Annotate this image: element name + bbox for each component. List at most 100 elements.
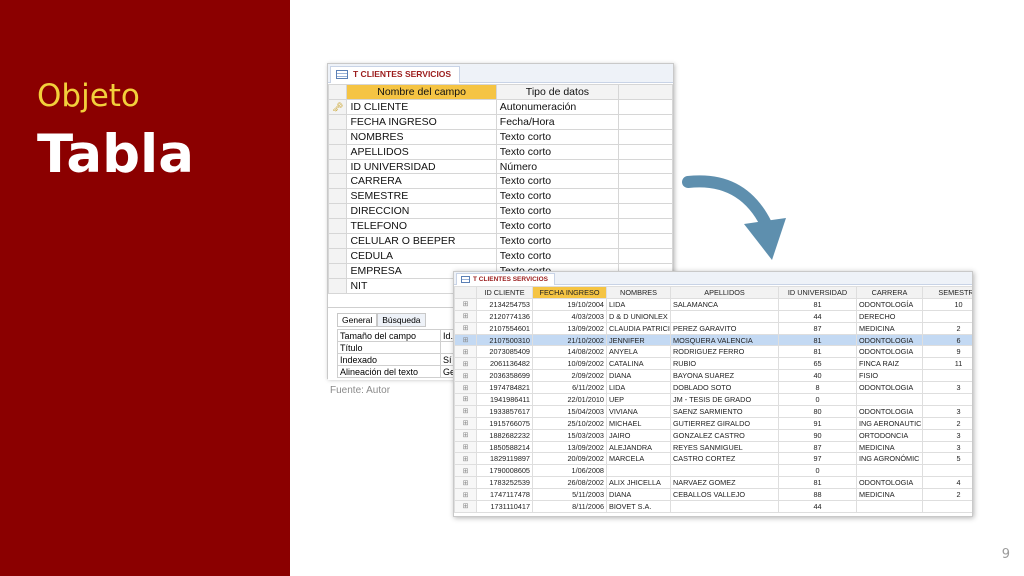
table-cell[interactable]: MEDICINA xyxy=(856,488,923,502)
table-cell[interactable]: 10 xyxy=(922,297,972,311)
table-row[interactable]: ⊞ 2036358699 2/09/2002 DIANA BAYONA SUAREZ 40… xyxy=(454,369,972,383)
expand-row-icon[interactable]: ⊞ xyxy=(454,488,477,502)
table-cell[interactable]: 19/10/2004 xyxy=(532,297,607,311)
row-selector[interactable] xyxy=(327,188,348,205)
table-cell[interactable]: 81 xyxy=(778,297,857,311)
table-cell[interactable]: 1882682232 xyxy=(476,428,533,442)
table-cell[interactable]: MEDICINA xyxy=(856,321,923,335)
column-header[interactable]: ID CLIENTE xyxy=(476,286,533,299)
row-selector[interactable] xyxy=(327,247,348,264)
datasheet-tab[interactable]: T CLIENTES SERVICIOS xyxy=(456,273,556,285)
table-cell[interactable]: 22/01/2010 xyxy=(532,393,607,406)
row-selector[interactable] xyxy=(327,113,348,130)
row-selector[interactable] xyxy=(327,128,348,145)
data-type-cell[interactable]: Fecha/Hora xyxy=(495,113,620,130)
description-cell[interactable] xyxy=(618,188,673,205)
description-cell[interactable] xyxy=(618,173,673,190)
table-row[interactable]: ⊞ 1829119897 20/09/2002 MARCELA CASTRO CORTE… xyxy=(454,452,972,466)
field-row[interactable]: DIRECCION Texto corto xyxy=(327,203,673,220)
data-type-cell[interactable]: Autonumeración xyxy=(495,99,620,115)
column-header[interactable]: SEMESTRE xyxy=(922,286,972,299)
table-cell[interactable]: GUTIERREZ GIRALDO xyxy=(670,416,779,430)
table-cell[interactable]: REYES SANMIGUEL xyxy=(670,440,779,454)
table-cell[interactable]: UEP xyxy=(606,393,671,406)
table-cell[interactable]: 3 xyxy=(922,440,972,454)
row-selector[interactable] xyxy=(327,203,348,220)
table-cell[interactable]: 2134254753 xyxy=(476,297,533,311)
table-cell[interactable]: 80 xyxy=(778,404,857,418)
table-cell[interactable]: LIDA xyxy=(606,297,671,311)
table-cell[interactable]: 14/08/2002 xyxy=(532,345,607,359)
table-row[interactable]: ⊞ 2061136482 10/09/2002 CATALINA RUBIO 65 FINC… xyxy=(454,357,972,371)
table-cell[interactable]: 2107554601 xyxy=(476,321,533,335)
table-cell[interactable]: 1850588214 xyxy=(476,440,533,454)
table-cell[interactable] xyxy=(606,464,671,478)
table-cell[interactable]: CEBALLOS VALLEJO xyxy=(670,488,779,502)
table-cell[interactable]: 25/10/2002 xyxy=(532,416,607,430)
table-cell[interactable]: ODONTOLOGIA xyxy=(856,404,923,418)
table-cell[interactable]: 15/04/2003 xyxy=(532,404,607,418)
expand-row-icon[interactable]: ⊞ xyxy=(454,321,477,335)
field-name-cell[interactable]: ID UNIVERSIDAD xyxy=(346,158,497,175)
table-cell[interactable]: VIVIANA xyxy=(606,404,671,418)
row-selector[interactable] xyxy=(327,277,348,294)
table-cell[interactable]: DIANA xyxy=(606,369,671,383)
table-row[interactable]: ⊞ 1790008605 1/06/2008 0 xyxy=(454,464,972,478)
field-row[interactable]: CELULAR O BEEPER Texto corto xyxy=(327,233,673,249)
table-cell[interactable]: 15/03/2003 xyxy=(532,428,607,442)
table-cell[interactable]: LIDA xyxy=(606,381,671,395)
row-selector[interactable] xyxy=(327,158,348,175)
expand-row-icon[interactable]: ⊞ xyxy=(454,309,477,323)
table-cell[interactable]: 3 xyxy=(922,404,972,418)
table-cell[interactable]: BAYONA SUAREZ xyxy=(670,369,779,383)
table-cell[interactable]: 2036358699 xyxy=(476,369,533,383)
row-selector[interactable] xyxy=(327,233,348,249)
table-cell[interactable]: BIOVET S.A. xyxy=(606,500,671,513)
table-cell[interactable]: 8/11/2006 xyxy=(532,500,607,513)
table-cell[interactable]: 1790008605 xyxy=(476,464,533,478)
table-row[interactable]: ⊞ 2134254753 19/10/2004 LIDA SALAMANCA 81 ODON… xyxy=(454,297,972,311)
table-cell[interactable] xyxy=(922,464,972,478)
table-cell[interactable]: 81 xyxy=(778,476,857,490)
table-cell[interactable]: CASTRO CORTEZ xyxy=(670,452,779,466)
table-cell[interactable]: 2120774136 xyxy=(476,309,533,323)
table-row[interactable]: ⊞ 2073085409 14/08/2002 ANYELA RODRIGUEZ FER… xyxy=(454,345,972,359)
data-type-cell[interactable]: Texto corto xyxy=(495,188,620,205)
field-row[interactable]: ID UNIVERSIDAD Número xyxy=(327,158,673,175)
expand-row-icon[interactable]: ⊞ xyxy=(454,404,477,418)
data-type-cell[interactable]: Número xyxy=(495,158,620,175)
field-row[interactable]: 🗝 ID CLIENTE Autonumeración xyxy=(327,99,673,115)
expand-row-icon[interactable]: ⊞ xyxy=(454,452,477,466)
table-cell[interactable]: 2061136482 xyxy=(476,357,533,371)
row-selector[interactable] xyxy=(327,173,348,190)
field-name-cell[interactable]: CELULAR O BEEPER xyxy=(346,233,497,249)
field-row[interactable]: SEMESTRE Texto corto xyxy=(327,188,673,205)
design-tab[interactable]: T CLIENTES SERVICIOS xyxy=(330,66,461,83)
description-cell[interactable] xyxy=(618,128,673,145)
field-name-cell[interactable]: CEDULA xyxy=(346,247,497,264)
table-cell[interactable]: 81 xyxy=(778,345,857,359)
table-cell[interactable]: 10/09/2002 xyxy=(532,357,607,371)
table-cell[interactable]: MICHAEL xyxy=(606,416,671,430)
table-cell[interactable]: 2 xyxy=(922,416,972,430)
column-header[interactable]: NOMBRES xyxy=(606,286,671,299)
table-cell[interactable]: ORTODONCIA xyxy=(856,428,923,442)
row-selector[interactable]: 🗝 xyxy=(327,99,348,115)
table-cell[interactable]: 1915766075 xyxy=(476,416,533,430)
table-row[interactable]: ⊞ 1882682232 15/03/2003 JAIRO GONZALEZ CASTR… xyxy=(454,428,972,442)
table-cell[interactable]: 21/10/2002 xyxy=(532,333,607,347)
field-name-cell[interactable]: SEMESTRE xyxy=(346,188,497,205)
table-cell[interactable]: 3 xyxy=(922,381,972,395)
column-header[interactable]: ID UNIVERSIDAD xyxy=(778,286,857,299)
table-cell[interactable]: ALIX JHICELLA xyxy=(606,476,671,490)
field-row[interactable]: TELEFONO Texto corto xyxy=(327,218,673,235)
field-name-header[interactable]: Nombre del campo xyxy=(346,84,497,100)
description-cell[interactable] xyxy=(618,233,673,249)
table-cell[interactable]: 87 xyxy=(778,321,857,335)
table-cell[interactable]: 91 xyxy=(778,416,857,430)
field-name-cell[interactable]: FECHA INGRESO xyxy=(346,113,497,130)
row-selector[interactable] xyxy=(327,143,348,160)
field-row[interactable]: CEDULA Texto corto xyxy=(327,247,673,264)
table-cell[interactable]: 81 xyxy=(778,333,857,347)
expand-row-icon[interactable]: ⊞ xyxy=(454,333,477,347)
